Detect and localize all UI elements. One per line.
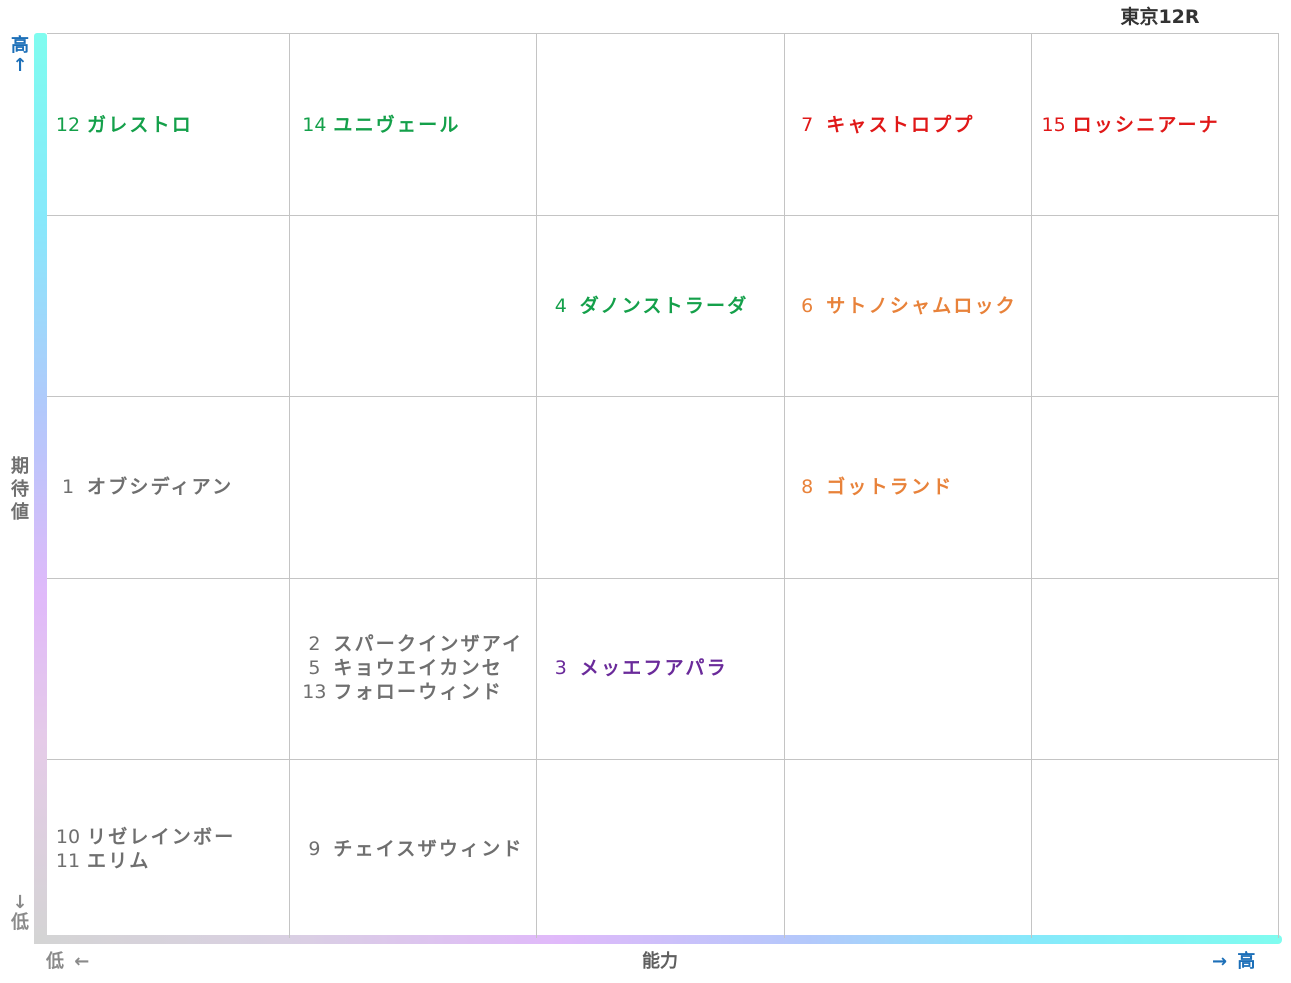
horse-name: メッエフアパラ	[579, 656, 728, 679]
horse-number: 15	[1041, 113, 1066, 136]
horse-entry: 8 ゴットランド	[788, 475, 1034, 499]
horse-number: 7	[801, 113, 814, 136]
horse-number: 6	[801, 294, 814, 317]
grid-line-vertical	[784, 34, 785, 938]
y-axis-arrow	[34, 33, 47, 942]
horse-entry: 10 リゼレインボー	[49, 825, 295, 849]
horse-name: ロッシニアーナ	[1072, 113, 1220, 136]
horse-name: サトノシャムロック	[826, 294, 1017, 317]
horse-number: 9	[308, 837, 321, 860]
up-arrow-icon: ↑	[12, 55, 28, 76]
horse-name: ゴットランド	[826, 475, 954, 498]
matrix-cell: 8 ゴットランド	[788, 396, 1034, 577]
race-title: 東京12R	[1120, 6, 1200, 28]
horse-number: 3	[554, 656, 567, 679]
horse-entry: 5 キョウエイカンセ	[295, 656, 541, 680]
x-axis-title: 能力	[642, 951, 678, 972]
y-axis-high-label: 高	[11, 35, 29, 56]
x-axis-low-label: 低 ←	[46, 951, 92, 972]
horse-number: 2	[308, 632, 321, 655]
horse-name: オブシディアン	[87, 475, 234, 498]
matrix-cell: 1 オブシディアン	[49, 396, 295, 577]
horse-name: ユニヴェール	[333, 113, 461, 136]
horse-number: 5	[308, 656, 321, 679]
horse-entry: 14 ユニヴェール	[295, 113, 541, 137]
horse-entry: 1 オブシディアン	[49, 475, 295, 499]
horse-entry: 12 ガレストロ	[49, 113, 295, 137]
horse-entry: 3 メッエフアパラ	[542, 656, 788, 680]
horse-entry: 2 スパークインザアイ	[295, 632, 541, 656]
matrix-cell: 15 ロッシニアーナ	[1035, 34, 1281, 215]
horse-name: チェイスザウィンド	[333, 837, 524, 860]
y-axis-title-char: 期	[11, 456, 29, 477]
horse-name: キャストロププ	[826, 113, 975, 136]
horse-name: エリム	[87, 849, 151, 872]
matrix-cell: 4 ダノンストラーダ	[542, 215, 788, 396]
matrix-cell: 7 キャストロププ	[788, 34, 1034, 215]
horse-number: 1	[61, 475, 75, 498]
horse-entry: 7 キャストロププ	[788, 113, 1034, 137]
horse-number: 8	[801, 475, 814, 498]
y-axis-high: 高 ↑	[9, 36, 31, 76]
horse-name: キョウエイカンセ	[333, 656, 503, 679]
horse-number: 10	[55, 825, 81, 848]
horse-name: ガレストロ	[87, 113, 194, 136]
horse-entry: 11 エリム	[49, 849, 295, 873]
x-axis-high-label: → 高	[1212, 951, 1258, 972]
horse-entry: 6 サトノシャムロック	[788, 294, 1034, 318]
y-axis-title-char: 待	[11, 479, 29, 500]
y-axis-title-char: 値	[11, 502, 29, 523]
horse-number: 4	[554, 294, 567, 317]
matrix-cell: 3 メッエフアパラ	[542, 577, 788, 758]
y-axis-low-label: 低	[11, 912, 29, 933]
horse-number: 11	[55, 849, 81, 872]
horse-entry: 15 ロッシニアーナ	[1035, 113, 1281, 137]
horse-name: フォローウィンド	[333, 680, 503, 703]
matrix-cell: 14 ユニヴェール	[295, 34, 541, 215]
down-arrow-icon: ↓	[12, 892, 28, 913]
horse-entry: 4 ダノンストラーダ	[542, 294, 788, 318]
horse-name: スパークインザアイ	[333, 632, 524, 655]
horse-entry: 9 チェイスザウィンド	[295, 837, 541, 861]
horse-number: 12	[55, 113, 81, 136]
horse-number: 13	[302, 680, 327, 703]
y-axis-title: 期 待 値	[9, 455, 31, 524]
matrix-cell: 6 サトノシャムロック	[788, 215, 1034, 396]
matrix-cell: 2 スパークインザアイ 5 キョウエイカンセ 13 フォローウィンド	[295, 577, 541, 758]
horse-name: ダノンストラーダ	[579, 294, 749, 317]
matrix-cell: 10 リゼレインボー 11 エリム	[49, 758, 295, 939]
horse-name: リゼレインボー	[87, 825, 236, 848]
matrix-cell: 9 チェイスザウィンド	[295, 758, 541, 939]
y-axis-low: ↓ 低	[9, 893, 31, 933]
horse-number: 14	[302, 113, 327, 136]
horse-entry: 13 フォローウィンド	[295, 680, 541, 704]
matrix-cell: 12 ガレストロ	[49, 34, 295, 215]
matrix-grid: 12 ガレストロ 14 ユニヴェール 7 キャストロププ 15 ロッシニアーナ 4 ダノンストラー…	[47, 33, 1279, 938]
